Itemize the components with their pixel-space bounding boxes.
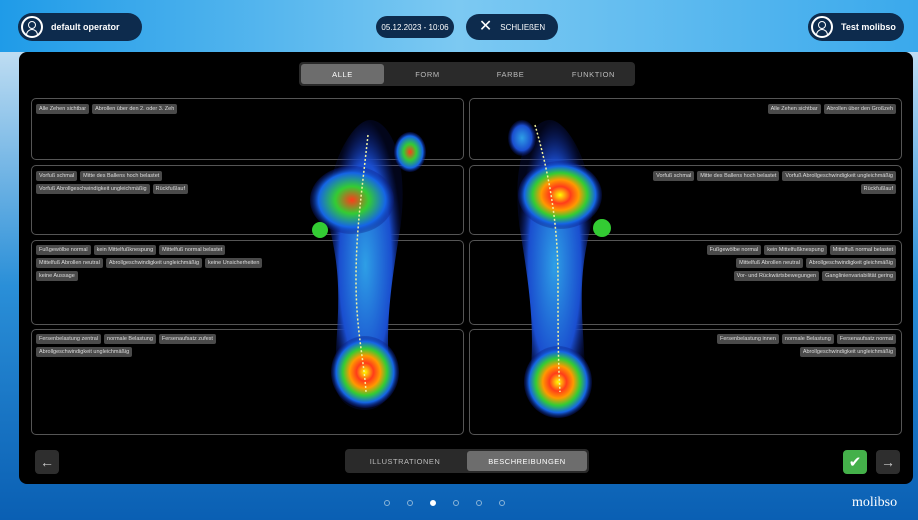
- tag: kein Mittelfußknespung: [93, 245, 157, 255]
- right-forefoot-tags: Vorfuß schmal Mitte des Ballens hoch bel…: [650, 171, 896, 194]
- tag: Alle Zehen sichtbar: [767, 104, 821, 114]
- close-button[interactable]: ✕ SCHLIEßEN: [466, 14, 558, 40]
- tab-farbe[interactable]: FARBE: [469, 62, 552, 86]
- page-indicator: [384, 500, 505, 506]
- tag: Mitte des Ballens hoch belastet: [80, 171, 163, 181]
- patient-name: Test molibso: [841, 22, 896, 32]
- tag: kein Mittelfußknespung: [764, 245, 827, 255]
- page-dot[interactable]: [453, 500, 459, 506]
- back-button[interactable]: ←: [35, 450, 59, 474]
- close-icon: ✕: [478, 18, 493, 35]
- page-dot[interactable]: [384, 500, 390, 506]
- right-forefoot-hotspot: [518, 161, 602, 229]
- tag: normale Belastung: [104, 334, 156, 344]
- tag: Alle Zehen sichtbar: [36, 104, 90, 114]
- page-dot[interactable]: [407, 500, 413, 506]
- right-toes-tags: Alle Zehen sichtbar Abrollen über den Gr…: [650, 104, 896, 114]
- right-toe-hotspot: [508, 120, 536, 156]
- tag: Fersenbelastung zentral: [36, 334, 102, 344]
- right-midfoot-tags: Fußgewölbe normal kein Mittelfußknespung…: [650, 245, 896, 281]
- close-label: SCHLIEßEN: [500, 22, 546, 32]
- tag: Abrollen über den Großzeh: [823, 104, 896, 114]
- tag: Vorfuß Abrollgeschwindigkeit ungleichmäß…: [782, 171, 896, 181]
- patient-button[interactable]: Test molibso: [808, 13, 904, 41]
- tag: Fersenaufsatz normal: [836, 334, 896, 344]
- check-icon: ✔: [848, 454, 862, 471]
- page-dot[interactable]: [476, 500, 482, 506]
- tag: Fersenaufsatz zufest: [158, 334, 216, 344]
- pressure-heatmap: [310, 120, 611, 418]
- tag: Abrollen über den 2. oder 3. Zeh: [92, 104, 178, 114]
- left-heel-tags: Fersenbelastung zentral normale Belastun…: [36, 334, 276, 357]
- tag: keine Aussage: [36, 271, 78, 281]
- arrow-right-icon: →: [881, 454, 895, 470]
- tab-funktion[interactable]: FUNKTION: [552, 62, 635, 86]
- tag: Rückfußlauf: [860, 184, 896, 194]
- tab-form[interactable]: FORM: [386, 62, 469, 86]
- confirm-button[interactable]: ✔: [843, 450, 867, 474]
- tag: Vorfuß schmal: [653, 171, 695, 181]
- left-forefoot-tags: Vorfuß schmal Mitte des Ballens hoch bel…: [36, 171, 276, 194]
- tag: Abrollgeschwindigkeit ungleichmäßig: [799, 347, 896, 357]
- operator-button[interactable]: default operator: [18, 13, 142, 41]
- right-heel-tags: Fersenbelastung innen normale Belastung …: [650, 334, 896, 357]
- arrow-left-icon: ←: [40, 454, 54, 470]
- tag: Mittelfuß normal belastet: [829, 245, 896, 255]
- tag: Mittelfuß Abrollen neutral: [36, 258, 103, 268]
- left-heel-hotspot: [331, 336, 399, 408]
- tag: Rückfußlauf: [152, 184, 188, 194]
- tab-alle[interactable]: ALLE: [301, 64, 384, 84]
- brand-logo: molibso: [852, 495, 898, 510]
- tag: normale Belastung: [781, 334, 834, 344]
- left-toes-tags: Alle Zehen sichtbar Abrollen über den 2.…: [36, 104, 266, 114]
- tag: Abrollgeschwindigkeit ungleichmäßig: [36, 347, 133, 357]
- tab-illustrationen[interactable]: ILLUSTRATIONEN: [345, 449, 465, 473]
- user-icon: [21, 16, 43, 38]
- tab-beschreibungen[interactable]: BESCHREIBUNGEN: [467, 451, 587, 471]
- datetime-text: 05.12.2023 - 10:06: [381, 22, 449, 32]
- tag: Fußgewölbe normal: [706, 245, 762, 255]
- tag: Vorfuß schmal: [36, 171, 78, 181]
- tag: Fußgewölbe normal: [36, 245, 91, 255]
- datetime-badge: 05.12.2023 - 10:06: [376, 16, 454, 38]
- category-tabs: ALLE FORM FARBE FUNKTION: [299, 62, 635, 86]
- operator-name: default operator: [51, 22, 120, 32]
- tag: Abrollgeschwindigkeit gleichmäßig: [805, 258, 896, 268]
- left-midfoot-tags: Fußgewölbe normal kein Mittelfußknespung…: [36, 245, 276, 281]
- view-tabs: ILLUSTRATIONEN BESCHREIBUNGEN: [345, 449, 589, 473]
- tag: Mitte des Ballens hoch belastet: [697, 171, 780, 181]
- page-dot-active[interactable]: [430, 500, 436, 506]
- user-icon: [811, 16, 833, 38]
- tag: Fersenbelastung innen: [716, 334, 779, 344]
- tag: Ganglinienvariabilität gering: [822, 271, 896, 281]
- page-dot[interactable]: [499, 500, 505, 506]
- tag: Mittelfuß normal belastet: [159, 245, 226, 255]
- tag: Vorfuß Abrollgeschwindigkeit ungleichmäß…: [36, 184, 150, 194]
- tag: Vor- und Rückwärtsbewegungen: [733, 271, 820, 281]
- forward-button[interactable]: →: [876, 450, 900, 474]
- tag: Mittelfuß Abrollen neutral: [736, 258, 803, 268]
- left-toe-hotspot: [394, 132, 426, 172]
- tag: Abrollgeschwindigkeit ungleichmäßig: [105, 258, 203, 268]
- right-small-hotspot: [593, 219, 611, 237]
- tag: keine Unsicherheiten: [205, 258, 263, 268]
- left-small-hotspot: [312, 222, 328, 238]
